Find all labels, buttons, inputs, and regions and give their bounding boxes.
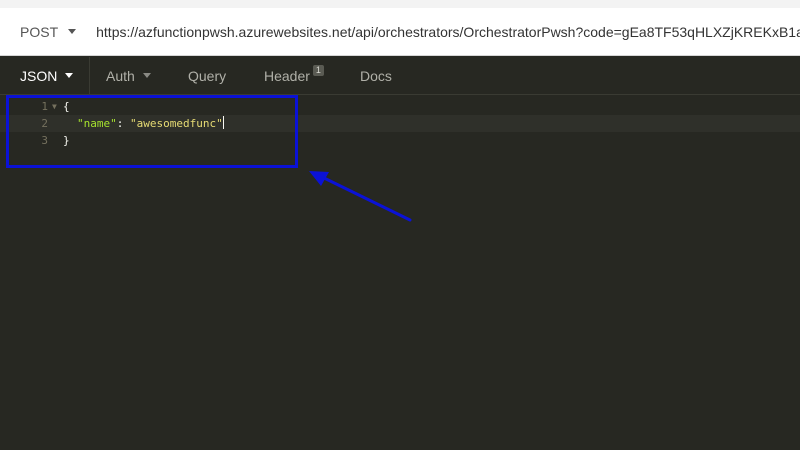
tab-docs-label: Docs — [360, 67, 392, 84]
url-input[interactable]: https://azfunctionpwsh.azurewebsites.net… — [88, 8, 800, 55]
request-url-bar: POST https://azfunctionpwsh.azurewebsite… — [0, 8, 800, 56]
tab-auth[interactable]: Auth — [90, 57, 172, 94]
chevron-down-icon — [142, 73, 151, 78]
tab-json[interactable]: JSON — [0, 57, 90, 94]
window-top-strip — [0, 0, 800, 8]
tab-header[interactable]: Header 1 — [248, 57, 344, 94]
chevron-down-icon — [68, 29, 77, 34]
http-method-selector[interactable]: POST — [0, 8, 88, 55]
tab-query[interactable]: Query — [172, 57, 248, 94]
annotation-highlight-box — [6, 95, 298, 168]
http-method-label: POST — [20, 23, 59, 40]
tab-json-label: JSON — [20, 67, 58, 84]
header-count-badge: 1 — [312, 65, 324, 76]
tab-auth-label: Auth — [106, 67, 135, 84]
request-tabs: JSON Auth Query Header 1 Docs — [0, 57, 800, 95]
tab-query-label: Query — [188, 67, 227, 84]
chevron-down-icon — [65, 73, 74, 78]
tab-docs[interactable]: Docs — [344, 57, 414, 94]
tab-header-label: Header — [264, 67, 310, 84]
